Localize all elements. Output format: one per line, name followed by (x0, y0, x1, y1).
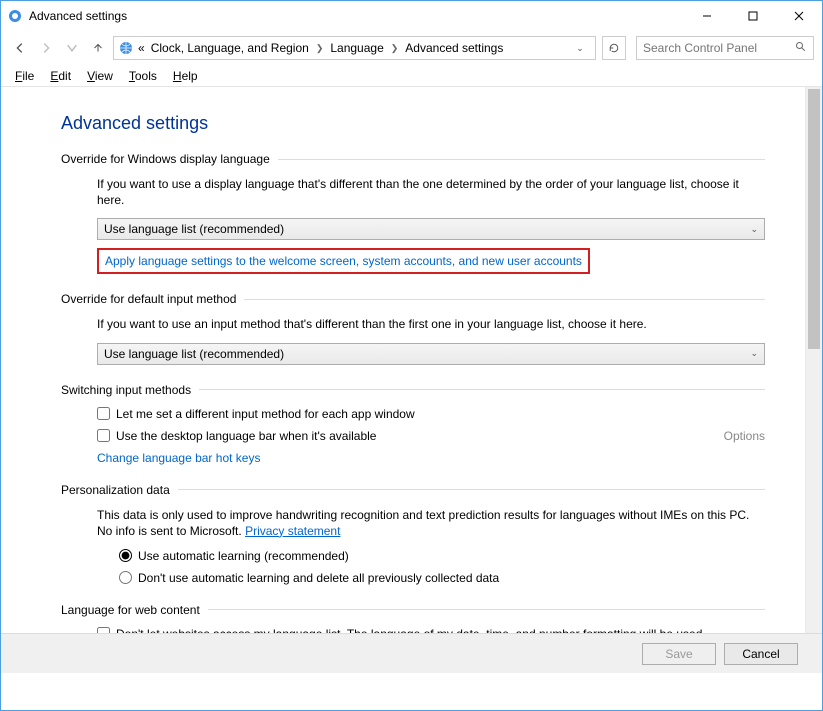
breadcrumb[interactable]: « Clock, Language, and Region ❯ Language… (113, 36, 596, 60)
nav-row: « Clock, Language, and Region ❯ Language… (1, 31, 822, 65)
chevron-right-icon: ❯ (388, 43, 402, 54)
no-auto-learning-radio[interactable] (119, 571, 132, 584)
globe-icon (118, 40, 134, 56)
section-head-input-method: Override for default input method (61, 292, 765, 306)
desktop-language-bar-checkbox[interactable] (97, 429, 110, 442)
content: Advanced settings Override for Windows d… (1, 87, 805, 673)
privacy-statement-link[interactable]: Privacy statement (245, 524, 340, 538)
display-language-dropdown[interactable]: Use language list (recommended) ⌄ (97, 218, 765, 240)
section-body-display-language: If you want to use a display language th… (61, 176, 765, 274)
desktop-language-bar-label: Use the desktop language bar when it's a… (116, 429, 376, 443)
titlebar: Advanced settings (1, 1, 822, 31)
section-head-display-language: Override for Windows display language (61, 152, 765, 166)
menu-edit[interactable]: Edit (44, 67, 77, 85)
back-button[interactable] (9, 37, 31, 59)
auto-learning-radio[interactable] (119, 549, 132, 562)
change-hotkeys-link[interactable]: Change language bar hot keys (97, 451, 260, 465)
recent-dropdown-icon[interactable] (61, 37, 83, 59)
minimize-button[interactable] (684, 1, 730, 31)
display-language-desc: If you want to use a display language th… (97, 176, 765, 208)
close-button[interactable] (776, 1, 822, 31)
maximize-button[interactable] (730, 1, 776, 31)
menubar: File Edit View Tools Help (1, 65, 822, 87)
scroll-thumb[interactable] (808, 89, 820, 349)
search-input[interactable] (643, 41, 783, 55)
control-panel-icon (7, 8, 23, 24)
page-title: Advanced settings (61, 113, 765, 134)
menu-tools[interactable]: Tools (123, 67, 163, 85)
section-body-input-method: If you want to use an input method that'… (61, 316, 765, 364)
window-title: Advanced settings (29, 9, 684, 23)
apply-language-settings-link[interactable]: Apply language settings to the welcome s… (105, 254, 582, 268)
search-box[interactable] (636, 36, 814, 60)
content-wrap: Advanced settings Override for Windows d… (1, 87, 822, 673)
input-method-dropdown[interactable]: Use language list (recommended) ⌄ (97, 343, 765, 365)
section-body-switching: Let me set a different input method for … (61, 407, 765, 465)
chevron-down-icon: ⌄ (750, 348, 758, 359)
menu-view[interactable]: View (81, 67, 119, 85)
save-button[interactable]: Save (642, 643, 716, 665)
breadcrumb-item-language[interactable]: Language (328, 41, 385, 55)
window-controls (684, 1, 822, 31)
search-icon (795, 41, 807, 56)
breadcrumb-item-clock[interactable]: Clock, Language, and Region (149, 41, 311, 55)
breadcrumb-prefix[interactable]: « (136, 41, 147, 55)
highlighted-link-box: Apply language settings to the welcome s… (97, 248, 590, 274)
no-auto-learning-label: Don't use automatic learning and delete … (138, 571, 499, 585)
section-head-switching: Switching input methods (61, 383, 765, 397)
menu-file[interactable]: File (9, 67, 40, 85)
section-body-personalization: This data is only used to improve handwr… (61, 507, 765, 585)
menu-help[interactable]: Help (167, 67, 204, 85)
scrollbar[interactable] (805, 87, 822, 673)
section-head-web-content: Language for web content (61, 603, 765, 617)
per-app-input-checkbox[interactable] (97, 407, 110, 420)
cancel-button[interactable]: Cancel (724, 643, 798, 665)
section-head-personalization: Personalization data (61, 483, 765, 497)
chevron-right-icon: ❯ (313, 43, 327, 54)
breadcrumb-item-advanced[interactable]: Advanced settings (403, 41, 505, 55)
chevron-down-icon: ⌄ (750, 224, 758, 235)
options-link[interactable]: Options (724, 429, 765, 443)
footer: Save Cancel (1, 633, 822, 673)
auto-learning-label: Use automatic learning (recommended) (138, 549, 349, 563)
per-app-input-label: Let me set a different input method for … (116, 407, 415, 421)
refresh-button[interactable] (602, 36, 626, 60)
forward-button[interactable] (35, 37, 57, 59)
personalization-desc: This data is only used to improve handwr… (97, 507, 765, 539)
input-method-desc: If you want to use an input method that'… (97, 316, 765, 332)
chevron-down-icon[interactable]: ⌄ (573, 43, 587, 54)
up-button[interactable] (87, 37, 109, 59)
